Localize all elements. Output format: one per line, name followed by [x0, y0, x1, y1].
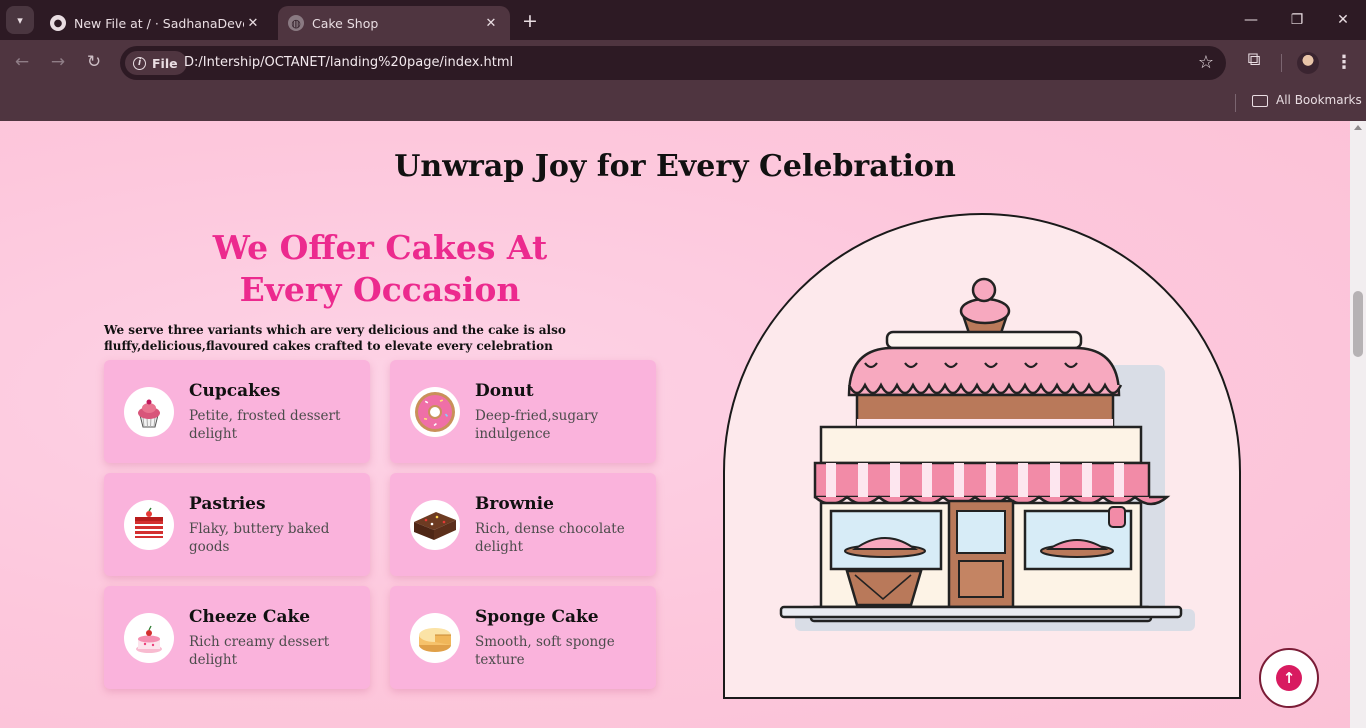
- address-bar[interactable]: i File D:/Intership/OCTANET/landing%20pa…: [120, 46, 1226, 80]
- card-title: Sponge Cake: [475, 607, 599, 627]
- back-button[interactable]: ←: [8, 48, 36, 76]
- site-info-chip[interactable]: i File: [125, 51, 187, 75]
- cake-card-sponge-cake[interactable]: Sponge Cake Smooth, soft sponge texture: [390, 586, 656, 689]
- cake-card-donut[interactable]: Donut Deep-fried,sugary indulgence: [390, 360, 656, 463]
- info-icon: i: [133, 56, 146, 70]
- card-title: Brownie: [475, 494, 554, 514]
- pastry-icon: [124, 500, 174, 550]
- card-title: Donut: [475, 381, 534, 401]
- card-description: Rich, dense chocolate delight: [475, 521, 625, 555]
- reload-button[interactable]: ↻: [80, 48, 108, 76]
- tab-cake-shop[interactable]: ◍ Cake Shop ✕: [278, 6, 510, 40]
- cupcake-icon: [124, 387, 174, 437]
- globe-icon: ◍: [288, 15, 304, 31]
- card-title: Cheeze Cake: [189, 607, 311, 627]
- tab-github[interactable]: ● New File at / · SadhanaDevelope ✕: [40, 6, 272, 40]
- donut-icon: [410, 387, 460, 437]
- url-text[interactable]: D:/Intership/OCTANET/landing%20page/inde…: [184, 55, 513, 70]
- tab-search-icon[interactable]: ▾: [6, 6, 34, 34]
- bookmarks-bar: All Bookmarks: [0, 86, 1366, 121]
- tab-title: New File at / · SadhanaDevelope: [74, 15, 244, 31]
- forward-button[interactable]: →: [44, 48, 72, 76]
- toolbar-divider: [1281, 54, 1282, 72]
- tab-title: Cake Shop: [312, 15, 379, 31]
- restore-button[interactable]: ❐: [1274, 6, 1320, 34]
- close-icon[interactable]: ✕: [244, 14, 262, 32]
- bookmark-star-icon[interactable]: ☆: [1198, 52, 1214, 73]
- bookmarks-divider: [1235, 94, 1236, 112]
- page-scrollbar[interactable]: [1350, 121, 1366, 728]
- browser-toolbar: ← → ↻ i File D:/Intership/OCTANET/landin…: [0, 40, 1366, 86]
- card-title: Pastries: [189, 494, 266, 514]
- card-description: Flaky, buttery baked goods: [189, 521, 330, 555]
- cheesecake-icon: [124, 613, 174, 663]
- minimize-button[interactable]: —: [1228, 6, 1274, 34]
- folder-icon: [1252, 95, 1268, 107]
- more-menu-icon[interactable]: ⋮: [1334, 50, 1354, 74]
- cake-shop-illustration: [723, 213, 1241, 699]
- site-info-label: File: [152, 55, 178, 71]
- card-description: Deep-fried,sugary indulgence: [475, 408, 599, 442]
- scroll-to-top-button[interactable]: ↑: [1259, 648, 1319, 708]
- page-heading: Unwrap Joy for Every Celebration: [394, 149, 956, 184]
- window-close-button[interactable]: ✕: [1320, 6, 1366, 34]
- brownie-icon: [410, 500, 460, 550]
- tab-strip: ▾ ● New File at / · SadhanaDevelope ✕ ◍ …: [0, 0, 1366, 40]
- cake-card-cupcakes[interactable]: Cupcakes Petite, frosted dessert delight: [104, 360, 370, 463]
- github-icon: ●: [50, 15, 66, 31]
- arrow-up-icon: ↑: [1276, 665, 1302, 691]
- scroll-up-arrow-icon[interactable]: [1354, 125, 1362, 130]
- scrollbar-thumb[interactable]: [1353, 291, 1363, 357]
- profile-avatar[interactable]: [1297, 52, 1319, 74]
- card-title: Cupcakes: [189, 381, 281, 401]
- card-description: Rich creamy dessert delight: [189, 634, 330, 668]
- offer-description: We serve three variants which are very d…: [104, 323, 566, 353]
- new-tab-button[interactable]: +: [518, 9, 542, 33]
- cake-card-brownie[interactable]: Brownie Rich, dense chocolate delight: [390, 473, 656, 576]
- close-icon[interactable]: ✕: [482, 14, 500, 32]
- offer-title: We Offer Cakes At Every Occasion: [212, 228, 548, 309]
- cake-card-pastries[interactable]: Pastries Flaky, buttery baked goods: [104, 473, 370, 576]
- all-bookmarks-button[interactable]: All Bookmarks: [1276, 93, 1362, 107]
- card-description: Petite, frosted dessert delight: [189, 408, 341, 442]
- extensions-icon[interactable]: ⧉: [1243, 48, 1265, 70]
- page-viewport: Unwrap Joy for Every Celebration We Offe…: [0, 121, 1350, 728]
- sponge-cake-icon: [410, 613, 460, 663]
- cake-card-cheeze-cake[interactable]: Cheeze Cake Rich creamy dessert delight: [104, 586, 370, 689]
- card-description: Smooth, soft sponge texture: [475, 634, 615, 668]
